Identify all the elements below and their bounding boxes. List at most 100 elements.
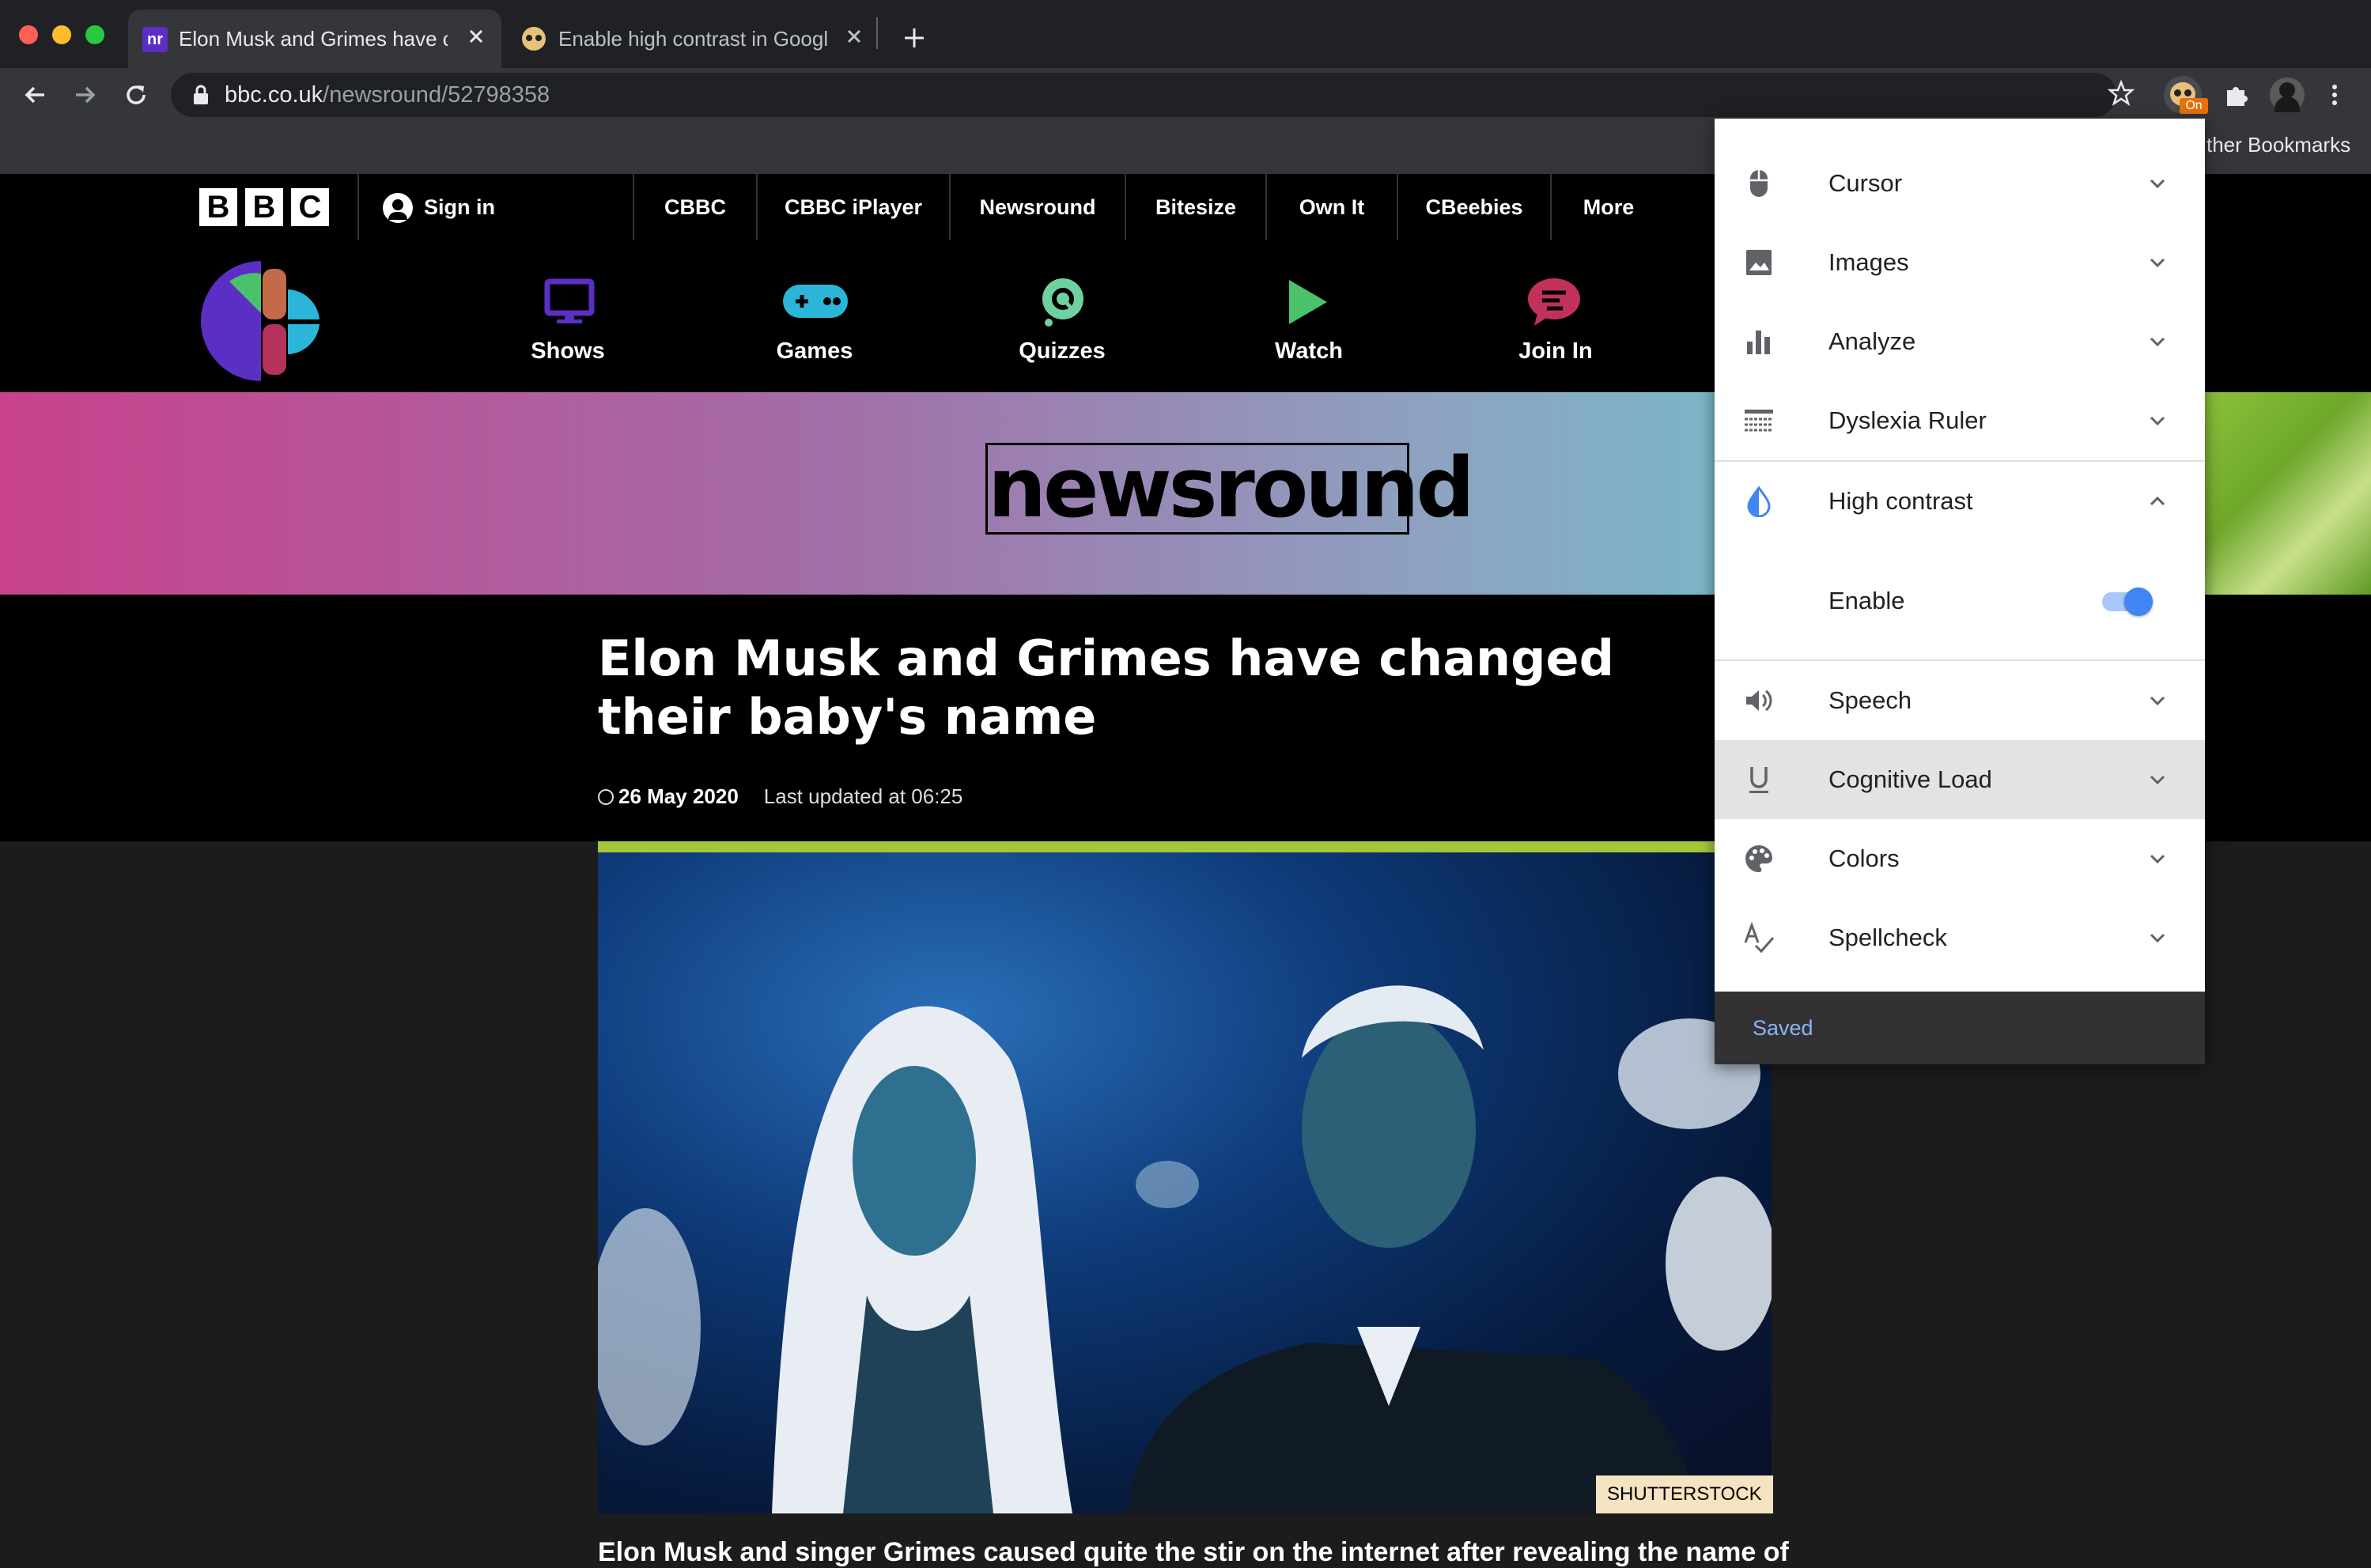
bbc-logo-c[interactable]: C xyxy=(291,188,329,226)
chevron-down-icon xyxy=(2146,769,2169,791)
tab-title: Elon Musk and Grimes have changed their … xyxy=(179,27,448,51)
panel-item-label: Dyslexia Ruler xyxy=(1828,406,1987,434)
panel-item-high-contrast[interactable]: High contrast xyxy=(1715,462,2205,541)
chevron-down-icon xyxy=(2146,331,2169,353)
close-tab-icon[interactable] xyxy=(463,24,489,49)
maximize-window-button[interactable] xyxy=(85,25,104,44)
url-text: bbc.co.uk/newsround/52798358 xyxy=(225,82,550,108)
panel-item-colors[interactable]: Colors xyxy=(1715,819,2205,898)
profile-avatar[interactable] xyxy=(2270,77,2305,112)
new-tab-icon[interactable] xyxy=(900,24,928,52)
bbc-link-more[interactable]: More xyxy=(1552,174,1666,240)
helperbird-extension-button[interactable]: On xyxy=(2164,76,2208,114)
panel-item-label: Colors xyxy=(1828,844,1900,872)
nav-watch[interactable]: Watch xyxy=(1230,338,1388,365)
extension-on-badge: On xyxy=(2180,98,2208,114)
article-meta: 26 May 2020 Last updated at 06:25 xyxy=(598,784,962,809)
extensions-puzzle-icon[interactable] xyxy=(2221,79,2252,111)
bbc-link-newsround[interactable]: Newsround xyxy=(951,174,1125,240)
panel-item-label: High contrast xyxy=(1828,487,1973,515)
bbc-link-own-it[interactable]: Own It xyxy=(1267,174,1397,240)
banner-decoration xyxy=(2183,392,2371,595)
image-top-rule xyxy=(598,841,1772,852)
reload-icon[interactable] xyxy=(120,79,152,111)
play-icon xyxy=(1286,278,1329,326)
chevron-down-icon xyxy=(2146,410,2169,432)
panel-item-spellcheck[interactable]: Spellcheck xyxy=(1715,898,2205,977)
chrome-menu-icon[interactable] xyxy=(2327,79,2343,111)
bar-chart-icon xyxy=(1743,326,1775,357)
mouse-icon xyxy=(1743,168,1775,199)
panel-item-cognitive-load[interactable]: Cognitive Load xyxy=(1715,740,2205,819)
bbc-logo-b1[interactable]: B xyxy=(199,188,237,226)
spellcheck-icon xyxy=(1743,922,1775,954)
article-photo xyxy=(598,852,1772,1513)
close-tab-icon[interactable] xyxy=(841,24,867,49)
underline-icon xyxy=(1743,764,1775,795)
toggle-knob xyxy=(2124,588,2153,616)
panel-item-speech[interactable]: Speech xyxy=(1715,661,2205,740)
url-domain: bbc.co.uk xyxy=(225,82,323,108)
bbc-link-cbbc[interactable]: CBBC xyxy=(634,174,756,240)
panel-item-images[interactable]: Images xyxy=(1715,223,2205,302)
helperbird-favicon xyxy=(522,27,546,51)
tab-divider xyxy=(876,17,878,49)
address-bar[interactable]: bbc.co.uk/newsround/52798358 xyxy=(171,73,2116,117)
back-icon[interactable] xyxy=(19,79,51,111)
panel-item-label: Cognitive Load xyxy=(1828,765,1992,793)
panel-item-label: Images xyxy=(1828,248,1909,276)
ruler-icon xyxy=(1743,405,1775,436)
bbc-logo-b2[interactable]: B xyxy=(245,188,283,226)
tv-icon xyxy=(544,278,595,326)
cbbc-logo[interactable] xyxy=(198,258,324,384)
contrast-drop-icon xyxy=(1743,486,1775,517)
chevron-down-icon xyxy=(2146,690,2169,712)
tab-helperbird[interactable]: Enable high contrast in Google Chrome xyxy=(506,9,875,68)
panel-item-label: Cursor xyxy=(1828,169,1903,197)
chevron-down-icon xyxy=(2146,251,2169,274)
panel-item-label: Speech xyxy=(1828,686,1912,714)
close-window-button[interactable] xyxy=(19,25,38,44)
lock-icon xyxy=(191,84,210,106)
nav-quizzes[interactable]: Quizzes xyxy=(983,338,1141,365)
panel-item-label: Analyze xyxy=(1828,327,1916,355)
tab-newsround[interactable]: nr Elon Musk and Grimes have changed the… xyxy=(128,9,501,68)
image-icon xyxy=(1743,247,1775,278)
chevron-down-icon xyxy=(2146,927,2169,949)
enable-label: Enable xyxy=(1828,587,1905,614)
clock-icon xyxy=(598,789,614,805)
article-date: 26 May 2020 xyxy=(618,784,739,808)
chevron-up-icon xyxy=(2146,490,2169,512)
speaker-icon xyxy=(1743,685,1775,716)
enable-toggle[interactable] xyxy=(2102,588,2153,616)
bookmark-star-icon[interactable] xyxy=(2107,79,2135,108)
article-headline: Elon Musk and Grimes have changed their … xyxy=(598,629,1614,746)
url-path: /newsround/52798358 xyxy=(323,82,550,108)
panel-item-cursor[interactable]: Cursor xyxy=(1715,144,2205,223)
palette-icon xyxy=(1743,843,1775,875)
bbc-link-bitesize[interactable]: Bitesize xyxy=(1126,174,1265,240)
panel-item-label: Spellcheck xyxy=(1828,924,1947,951)
nav-games[interactable]: Games xyxy=(736,338,894,365)
gamepad-icon xyxy=(781,281,849,323)
newsround-logo[interactable]: newsround xyxy=(985,443,1475,535)
bbc-link-cbbc-iplayer[interactable]: CBBC iPlayer xyxy=(758,174,949,240)
minimize-window-button[interactable] xyxy=(52,25,71,44)
sign-in-link[interactable]: Sign in xyxy=(424,174,503,240)
panel-item-dyslexia-ruler[interactable]: Dyslexia Ruler xyxy=(1715,381,2205,460)
chevron-down-icon xyxy=(2146,172,2169,195)
newsround-favicon: nr xyxy=(142,27,168,52)
bbc-nav-separator xyxy=(357,174,359,240)
forward-icon[interactable] xyxy=(70,79,101,111)
panel-item-analyze[interactable]: Analyze xyxy=(1715,302,2205,381)
other-bookmarks-link[interactable]: ther Bookmarks xyxy=(2207,133,2350,157)
accessibility-extension-panel: Cursor Images Analyze Dyslexia Ruler Hig… xyxy=(1715,119,2205,1064)
image-credit: SHUTTERSTOCK xyxy=(1596,1475,1773,1513)
nav-shows[interactable]: Shows xyxy=(489,338,647,365)
high-contrast-enable-row: Enable xyxy=(1715,561,2205,640)
nav-join-in[interactable]: Join In xyxy=(1477,338,1635,365)
bbc-link-cbeebies[interactable]: CBeebies xyxy=(1398,174,1550,240)
tab-title: Enable high contrast in Google Chrome xyxy=(558,27,827,51)
quiz-icon xyxy=(1039,277,1087,327)
chevron-down-icon xyxy=(2146,848,2169,870)
